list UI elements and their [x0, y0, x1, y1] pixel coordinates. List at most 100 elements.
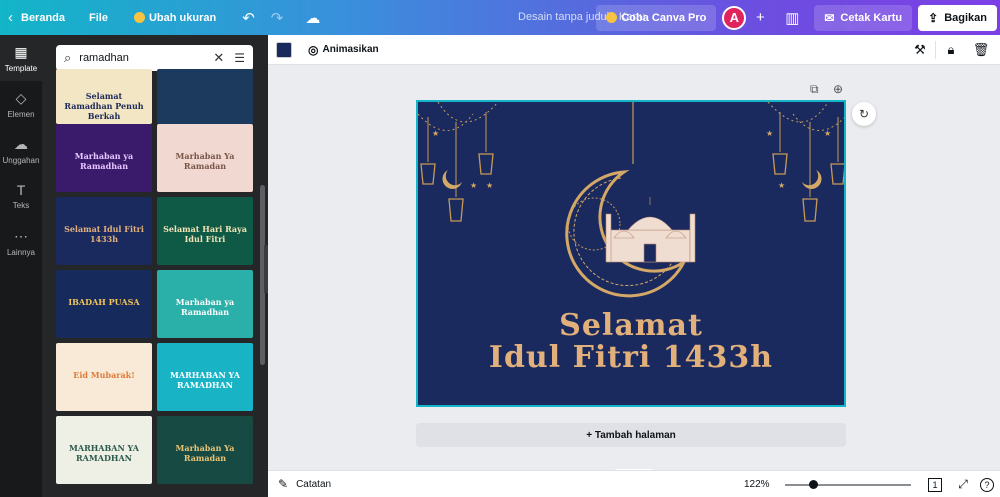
- template-thumbnail[interactable]: Eid Mubarak!: [56, 343, 152, 411]
- add-comment-icon: ↻: [858, 107, 870, 121]
- file-label: File: [89, 11, 108, 24]
- plus-icon: +: [755, 9, 765, 26]
- template-thumbnail[interactable]: MARHABAN YA RAMADHAN: [157, 343, 253, 411]
- zoom-level[interactable]: 122%: [744, 471, 770, 497]
- add-page-button[interactable]: + Tambah halaman: [416, 423, 846, 447]
- design-card[interactable]: ★ ★ ★ ★ ★ ★ Selamat Idul Fitri 1433h: [416, 100, 846, 407]
- undo-icon: ↶: [242, 9, 255, 27]
- animate-icon: ◎: [308, 42, 319, 57]
- rail-item-elements[interactable]: ◇ Elemen: [0, 81, 42, 127]
- rail-item-text[interactable]: T Teks: [0, 173, 42, 219]
- elements-icon: ◇: [15, 89, 27, 106]
- insights-button[interactable]: ▥: [778, 5, 806, 31]
- template-thumbnail-text: Selamat Hari Raya Idul Fitri: [163, 224, 247, 245]
- cloud-icon: ☁: [305, 9, 321, 27]
- invite-button[interactable]: +: [746, 5, 774, 31]
- notes-icon: ✎: [278, 477, 289, 491]
- page-count-button[interactable]: 1: [928, 477, 942, 492]
- search-bar[interactable]: ⌕ ramadhan ✕ ☰: [56, 45, 253, 71]
- share-button[interactable]: ⇪ Bagikan: [918, 4, 997, 31]
- template-thumbnail-text: Eid Mubarak!: [73, 370, 135, 381]
- color-swatch[interactable]: [276, 41, 292, 58]
- redo-icon: ↷: [270, 9, 284, 27]
- template-thumbnail[interactable]: MARHABAN YA RAMADHAN: [56, 416, 152, 484]
- notes-button[interactable]: ✎ Catatan: [278, 477, 331, 491]
- rail-item-label: Unggahan: [2, 155, 40, 165]
- template-thumbnail-text: Marhaban Ya Ramadan: [175, 151, 235, 172]
- home-button[interactable]: ‹ Beranda: [0, 0, 73, 35]
- chart-icon: ▥: [785, 9, 800, 27]
- template-thumbnail[interactable]: Selamat Idul Fitri 1433h: [56, 197, 152, 265]
- help-icon[interactable]: ?: [980, 477, 994, 492]
- left-crescent: [442, 170, 462, 189]
- canvas-area: ⧉ ⊕ ★ ★ ★ ★ ★ ★ Selamat Idul Fitri 1433h…: [268, 65, 1000, 479]
- fullscreen-icon[interactable]: ⤢: [950, 477, 976, 492]
- more-icon: ⋯: [14, 227, 28, 244]
- svg-text:★: ★: [778, 181, 785, 190]
- format-painter-icon[interactable]: ⚒: [905, 42, 935, 58]
- template-thumbnail[interactable]: [157, 69, 253, 124]
- svg-text:★: ★: [486, 181, 493, 190]
- svg-text:★: ★: [432, 129, 439, 138]
- cloud-save-button[interactable]: ☁: [297, 0, 328, 35]
- clear-search-icon[interactable]: ✕: [213, 50, 224, 66]
- template-icon: ▦: [14, 43, 28, 60]
- left-rail: ▦ Template ◇ Elemen ☁ Unggahan T Teks ⋯ …: [0, 35, 42, 497]
- template-panel: ⌕ ramadhan ✕ ☰ Selamat Ramadhan Penuh Be…: [42, 35, 268, 497]
- template-thumbnail[interactable]: Marhaban Ya Ramadan: [157, 124, 253, 192]
- rail-item-more[interactable]: ⋯ Lainnya: [0, 219, 42, 265]
- home-label: Beranda: [21, 11, 66, 24]
- template-thumbnail[interactable]: Marhaban Ya Ramadan: [157, 416, 253, 484]
- lock-icon[interactable]: 🔒︎: [936, 42, 966, 58]
- undo-button[interactable]: ↶: [234, 0, 263, 35]
- crown-icon: [133, 12, 145, 23]
- zoom-slider-knob[interactable]: [808, 480, 818, 489]
- text-icon: T: [16, 182, 26, 198]
- crown-icon: [606, 12, 618, 23]
- filter-icon[interactable]: ☰: [234, 51, 245, 65]
- search-icon: ⌕: [64, 50, 72, 65]
- template-thumbnail[interactable]: Selamat Ramadhan Penuh Berkah: [56, 69, 152, 124]
- resize-label: Ubah ukuran: [148, 11, 217, 24]
- template-thumbnail[interactable]: Marhaban ya Ramadhan: [56, 124, 152, 192]
- rail-item-template[interactable]: ▦ Template: [0, 35, 42, 81]
- template-thumbnail-text: Selamat Idul Fitri 1433h: [64, 224, 144, 245]
- template-thumbnail[interactable]: Selamat Hari Raya Idul Fitri: [157, 197, 253, 265]
- template-thumbnail-text: Marhaban ya Ramadhan: [74, 151, 134, 172]
- rail-item-uploads[interactable]: ☁ Unggahan: [0, 127, 42, 173]
- svg-text:★: ★: [824, 129, 831, 138]
- print-card-button[interactable]: ✉ Cetak Kartu: [814, 4, 913, 31]
- resize-button[interactable]: Ubah ukuran: [126, 0, 224, 35]
- redo-button[interactable]: ↷: [263, 0, 292, 35]
- right-crescent: [802, 170, 822, 189]
- chevron-left-icon: ‹: [8, 9, 13, 26]
- notes-label: Catatan: [296, 478, 332, 490]
- animate-label: Animasikan: [322, 44, 379, 55]
- try-pro-button[interactable]: Coba Canva Pro: [596, 4, 717, 31]
- template-thumbnail-text: Marhaban ya Ramadhan: [175, 297, 235, 318]
- try-pro-label: Coba Canva Pro: [621, 11, 707, 24]
- template-thumbnail[interactable]: Marhaban ya Ramadhan: [157, 270, 253, 338]
- envelope-icon: ✉: [824, 10, 835, 25]
- file-menu[interactable]: File: [81, 0, 116, 35]
- zoom-slider[interactable]: [785, 484, 911, 486]
- svg-text:★: ★: [766, 129, 773, 138]
- animate-button[interactable]: ◎ Animasikan: [308, 43, 379, 57]
- rail-item-label: Template: [4, 63, 38, 73]
- rail-item-label: Teks: [12, 201, 30, 210]
- trash-icon[interactable]: 🗑︎: [966, 42, 996, 58]
- template-thumbnail-text: MARHABAN YA RAMADHAN: [69, 443, 139, 464]
- rail-item-label: Lainnya: [6, 247, 36, 257]
- bottom-bar: ✎ Catatan 122% 1 ⤢ ?: [268, 470, 1000, 497]
- editor-toolbar: ◎ Animasikan ⚒ 🔒︎ 🗑︎: [268, 35, 1000, 65]
- greeting-line-2[interactable]: Idul Fitri 1433h: [418, 340, 844, 375]
- add-page-icon[interactable]: ⊕: [833, 82, 843, 96]
- avatar[interactable]: A: [722, 5, 747, 30]
- share-icon: ⇪: [928, 10, 939, 25]
- template-thumbnail-text: Marhaban Ya Ramadan: [175, 443, 235, 464]
- search-input[interactable]: ramadhan: [79, 52, 213, 64]
- comment-button[interactable]: ↻: [852, 102, 876, 126]
- duplicate-page-icon[interactable]: ⧉: [810, 82, 819, 97]
- template-thumbnail[interactable]: IBADAH PUASA: [56, 270, 152, 338]
- greeting-line-1[interactable]: Selamat: [418, 308, 844, 343]
